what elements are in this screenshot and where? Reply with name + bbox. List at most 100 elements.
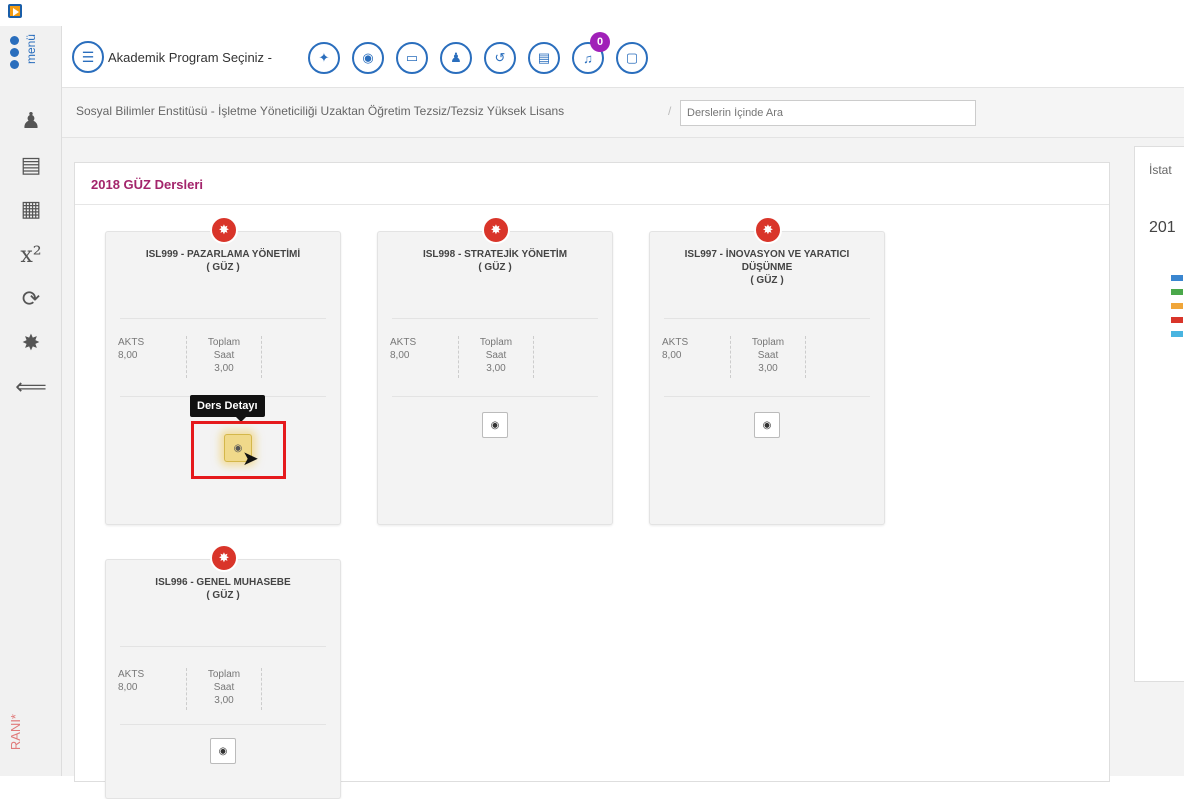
akts-stat: AKTS 8,00 [118, 336, 144, 362]
akts-value: 8,00 [662, 350, 682, 361]
course-card: ✸ ISL999 - PAZARLAMA YÖNETİMİ ( GÜZ ) AK… [105, 216, 341, 525]
total-label: Toplam [479, 337, 513, 348]
user-icon: ♟ [450, 50, 462, 65]
card-icon: ▭ [405, 50, 419, 65]
ders-detay-tooltip: Ders Detayı [190, 395, 265, 422]
course-detail-button[interactable]: ◉ [482, 412, 508, 438]
course-card: ✸ ISL997 - İNOVASYON VE YARATICI DÜŞÜNME… [649, 216, 885, 525]
course-code-name: ISL997 - İNOVASYON VE YARATICI DÜŞÜNME [684, 249, 850, 273]
total-hours-value: 3,00 [214, 695, 234, 706]
left-sidebar: menü ♟ ▤ ▦ x² ⟳ ✸ ⟸ RANI* [0, 26, 62, 776]
calendar-icon[interactable]: ▦ [12, 192, 50, 226]
app-logo-icon [8, 4, 22, 18]
compass-icon: ✦ [318, 50, 330, 65]
card-divider [120, 318, 326, 319]
eye-icon: ◉ [490, 419, 500, 431]
course-star-badge-icon: ✸ [210, 544, 238, 572]
course-detail-button[interactable]: ◉ [754, 412, 780, 438]
total-label: Toplam [207, 337, 241, 348]
course-code-name: ISL996 - GENEL MUHASEBE [155, 577, 291, 588]
document-icon: ▤ [537, 50, 551, 65]
card-divider [392, 396, 598, 397]
legend-swatch [1171, 303, 1183, 309]
akts-value: 8,00 [118, 682, 138, 693]
statistics-panel: İstat 201 [1134, 146, 1184, 682]
title-strip [0, 0, 1184, 26]
hours-label: Saat [213, 682, 235, 693]
course-card: ✸ ISL996 - GENEL MUHASEBE ( GÜZ ) AKTS 8… [105, 544, 341, 799]
total-hours-stat: Toplam Saat 3,00 [186, 336, 262, 378]
course-star-badge-icon: ✸ [210, 216, 238, 244]
legend-swatch [1171, 289, 1183, 295]
total-hours-stat: Toplam Saat 3,00 [730, 336, 806, 378]
card-button[interactable]: ▭ [396, 42, 428, 74]
course-card: ✸ ISL998 - STRATEJİK YÖNETİM ( GÜZ ) AKT… [377, 216, 613, 525]
courses-panel: 2018 GÜZ Dersleri ✸ ISL999 - PAZARLAMA Y… [74, 162, 1110, 799]
total-hours-value: 3,00 [214, 363, 234, 374]
book-icon[interactable]: ▤ [12, 148, 50, 182]
total-hours-stat: Toplam Saat 3,00 [186, 668, 262, 710]
course-search-input[interactable] [680, 100, 976, 126]
course-title[interactable]: ISL996 - GENEL MUHASEBE ( GÜZ ) [116, 576, 330, 602]
course-term: ( GÜZ ) [750, 275, 784, 286]
eye-icon: ◉ [362, 50, 374, 65]
program-select-button[interactable]: ☰ Akademik Program Seçiniz - [72, 40, 272, 74]
refresh-icon[interactable]: ⟳ [12, 282, 50, 316]
legend-swatch [1171, 317, 1183, 323]
mouse-cursor-icon: ➤ [242, 448, 259, 470]
stats-title: İstat [1149, 163, 1172, 177]
stats-year: 201 [1149, 219, 1176, 236]
panel-title: 2018 GÜZ Dersleri [75, 163, 1109, 205]
akts-stat: AKTS 8,00 [662, 336, 688, 362]
hours-label: Saat [485, 350, 507, 361]
total-hours-value: 3,00 [758, 363, 778, 374]
course-code-name: ISL998 - STRATEJİK YÖNETİM [422, 249, 568, 260]
course-title[interactable]: ISL997 - İNOVASYON VE YARATICI DÜŞÜNME (… [660, 248, 874, 287]
document-button[interactable]: ▤ [528, 42, 560, 74]
eye-button[interactable]: ◉ [352, 42, 384, 74]
akts-value: 8,00 [390, 350, 410, 361]
course-star-badge-icon: ✸ [482, 216, 510, 244]
course-detail-button[interactable]: ◉ [210, 738, 236, 764]
user-profile-icon[interactable]: ♟ [12, 104, 50, 138]
course-title[interactable]: ISL998 - STRATEJİK YÖNETİM ( GÜZ ) [388, 248, 602, 274]
notification-count-badge: 0 [590, 32, 610, 52]
compass-button[interactable]: ✦ [308, 42, 340, 74]
breadcrumb: Sosyal Bilimler Enstitüsü - İşletme Yöne… [62, 88, 1184, 138]
calendar-icon: ▢ [625, 50, 639, 65]
card-divider [664, 396, 870, 397]
akts-stat: AKTS 8,00 [118, 668, 144, 694]
breadcrumb-path[interactable]: Sosyal Bilimler Enstitüsü - İşletme Yöne… [76, 104, 564, 118]
menu-label: menü [24, 34, 38, 65]
menu-button[interactable]: menü [6, 32, 56, 80]
akts-label: AKTS [118, 669, 145, 680]
hours-label: Saat [213, 350, 235, 361]
history-button[interactable]: ↺ [484, 42, 516, 74]
akts-label: AKTS [118, 337, 145, 348]
course-title[interactable]: ISL999 - PAZARLAMA YÖNETİMİ ( GÜZ ) [116, 248, 330, 274]
calendar-button[interactable]: ▢ [616, 42, 648, 74]
hours-label: Saat [757, 350, 779, 361]
bell-icon: ♫ [583, 50, 593, 66]
course-code-name: ISL999 - PAZARLAMA YÖNETİMİ [145, 249, 301, 260]
breadcrumb-separator: / [668, 104, 672, 118]
card-divider [120, 724, 326, 725]
badge-star-icon[interactable]: ✸ [12, 326, 50, 360]
course-star-badge-icon: ✸ [754, 216, 782, 244]
notifications-button[interactable]: ♫ 0 [572, 32, 610, 74]
akts-label: AKTS [390, 337, 417, 348]
superscript-x2-icon[interactable]: x² [12, 238, 50, 272]
main-content: 2018 GÜZ Dersleri ✸ ISL999 - PAZARLAMA Y… [62, 138, 1184, 799]
user-button[interactable]: ♟ [440, 42, 472, 74]
akts-value: 8,00 [118, 350, 138, 361]
top-toolbar: ☰ Akademik Program Seçiniz - ✦ ◉ ▭ ♟ ↺ ▤… [62, 26, 1184, 88]
card-divider [120, 646, 326, 647]
program-select-label: Akademik Program Seçiniz - [108, 49, 272, 65]
card-divider [664, 318, 870, 319]
eye-icon: ◉ [218, 745, 228, 757]
share-icon[interactable]: ⟸ [12, 370, 50, 404]
course-term: ( GÜZ ) [206, 262, 240, 273]
graduation-cap-icon: ☰ [72, 41, 104, 73]
course-term: ( GÜZ ) [478, 262, 512, 273]
card-divider [392, 318, 598, 319]
